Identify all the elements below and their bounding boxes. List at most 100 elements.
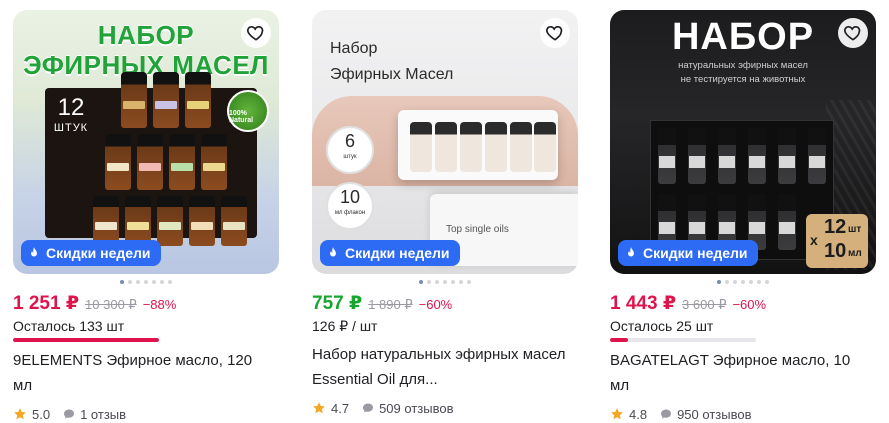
star-icon <box>611 408 623 420</box>
bottle <box>221 196 247 246</box>
reviews-count: 950 отзывов <box>677 406 752 422</box>
volume-circle: 10 мл флакон <box>326 182 374 230</box>
pagination-dot[interactable] <box>757 280 761 284</box>
old-price: 1 890 ₽ <box>368 297 413 312</box>
image-title-line3: не тестируется на животных <box>680 74 806 85</box>
favorite-button[interactable] <box>540 18 570 48</box>
pagination-dot[interactable] <box>765 280 769 284</box>
vial <box>485 122 507 172</box>
vial <box>510 122 532 172</box>
unit-price: 126 ₽ / шт <box>312 318 378 334</box>
discount-label: −88% <box>142 297 177 312</box>
stock-left: Осталось 25 шт <box>610 318 714 334</box>
pagination-dot[interactable] <box>725 280 729 284</box>
image-pagination[interactable] <box>610 280 876 284</box>
bottle <box>658 128 676 184</box>
bottle <box>93 196 119 246</box>
image-title-line2: натуральных эфирных масел <box>678 60 808 71</box>
pagination-dot[interactable] <box>717 280 721 284</box>
pagination-dot[interactable] <box>427 280 431 284</box>
promo-badge[interactable]: Скидки недели <box>21 240 161 266</box>
bottle <box>125 196 151 246</box>
pagination-dot[interactable] <box>419 280 423 284</box>
product-card[interactable]: Набор Эфирных Масел 6 штук 10 мл флакон … <box>312 10 578 418</box>
bottle <box>718 128 736 184</box>
image-title-line2: Эфирных Масел <box>330 66 454 83</box>
favorite-button[interactable] <box>838 18 868 48</box>
pagination-dot[interactable] <box>451 280 455 284</box>
pagination-dot[interactable] <box>443 280 447 284</box>
heart-icon <box>844 26 861 41</box>
star-icon <box>313 402 325 414</box>
discount-label: −60% <box>732 297 767 312</box>
promo-badge[interactable]: Скидки недели <box>320 240 460 266</box>
flame-icon <box>330 247 336 257</box>
pagination-dot[interactable] <box>152 280 156 284</box>
stock-progress-bar <box>610 338 756 342</box>
promo-badge[interactable]: Скидки недели <box>618 240 758 266</box>
natural-badge: 100% Natural <box>227 90 269 132</box>
bottle <box>201 134 227 190</box>
pagination-dot[interactable] <box>467 280 471 284</box>
pagination-dot[interactable] <box>144 280 148 284</box>
bottle <box>157 196 183 246</box>
bottle <box>137 134 163 190</box>
pagination-dot[interactable] <box>459 280 463 284</box>
promo-label: Скидки недели <box>643 245 748 261</box>
vial <box>435 122 457 172</box>
product-card[interactable]: НАБОР ЭФИРНЫХ МАСЕЛ 12 ШТУК 100% Natural… <box>13 10 279 423</box>
price-row: 1 443 ₽ 3 600 ₽ −60% <box>610 292 876 314</box>
favorite-button[interactable] <box>241 18 271 48</box>
rating-row[interactable]: 5.0 1 отзыв <box>13 404 279 423</box>
bottle <box>688 128 706 184</box>
product-image[interactable]: Набор Эфирных Масел 6 штук 10 мл флакон … <box>312 10 578 274</box>
image-title-line1: НАБОР <box>97 20 195 50</box>
flame-icon <box>31 247 37 257</box>
image-pagination[interactable] <box>13 280 279 284</box>
bottle <box>748 128 766 184</box>
product-title[interactable]: Набор натуральных эфирных масел Essentia… <box>312 342 572 392</box>
pagination-dot[interactable] <box>168 280 172 284</box>
bottle <box>153 72 179 128</box>
rating-value: 5.0 <box>32 406 51 422</box>
comment-icon <box>64 409 75 419</box>
product-image[interactable]: НАБОР ЭФИРНЫХ МАСЕЛ 12 ШТУК 100% Natural… <box>13 10 279 274</box>
pagination-dot[interactable] <box>741 280 745 284</box>
comment-icon <box>661 409 672 419</box>
bottle <box>808 128 826 184</box>
pagination-dot[interactable] <box>733 280 737 284</box>
bottle <box>105 134 131 190</box>
comment-icon <box>363 403 374 413</box>
pagination-dot[interactable] <box>160 280 164 284</box>
product-title[interactable]: 9ELEMENTS Эфирное масло, 120 мл <box>13 348 273 398</box>
bottle <box>121 72 147 128</box>
flame-icon <box>628 247 634 257</box>
image-pagination[interactable] <box>312 280 578 284</box>
rating-row[interactable]: 4.8 950 отзывов <box>610 404 876 423</box>
star-icon <box>14 408 26 420</box>
heart-icon <box>546 26 563 41</box>
vial <box>534 122 556 172</box>
pagination-dot[interactable] <box>120 280 124 284</box>
product-title[interactable]: BAGATELAGT Эфирное масло, 10 мл <box>610 348 870 398</box>
price-row: 1 251 ₽ 10 300 ₽ −88% <box>13 292 279 314</box>
rating-row[interactable]: 4.7 509 отзывов <box>312 398 578 418</box>
price-row: 757 ₽ 1 890 ₽ −60% <box>312 292 578 314</box>
image-title-line1: Набор <box>330 40 378 57</box>
pagination-dot[interactable] <box>136 280 140 284</box>
bottle <box>189 196 215 246</box>
bottle <box>778 128 796 184</box>
pagination-dot[interactable] <box>749 280 753 284</box>
pagination-dot[interactable] <box>435 280 439 284</box>
discount-label: −60% <box>418 297 453 312</box>
current-price: 1 251 ₽ <box>13 293 80 314</box>
count-circle: 6 штук <box>326 126 374 174</box>
reviews-count: 509 отзывов <box>379 400 454 416</box>
pagination-dot[interactable] <box>128 280 132 284</box>
promo-label: Скидки недели <box>46 245 151 261</box>
quantity-badge: x 12 шт 10 мл <box>806 214 868 268</box>
product-card[interactable]: НАБОР натуральных эфирных масел не тести… <box>610 10 876 423</box>
old-price: 3 600 ₽ <box>682 297 727 312</box>
product-image[interactable]: НАБОР натуральных эфирных масел не тести… <box>610 10 876 274</box>
box-label: Top single oils <box>446 224 509 235</box>
